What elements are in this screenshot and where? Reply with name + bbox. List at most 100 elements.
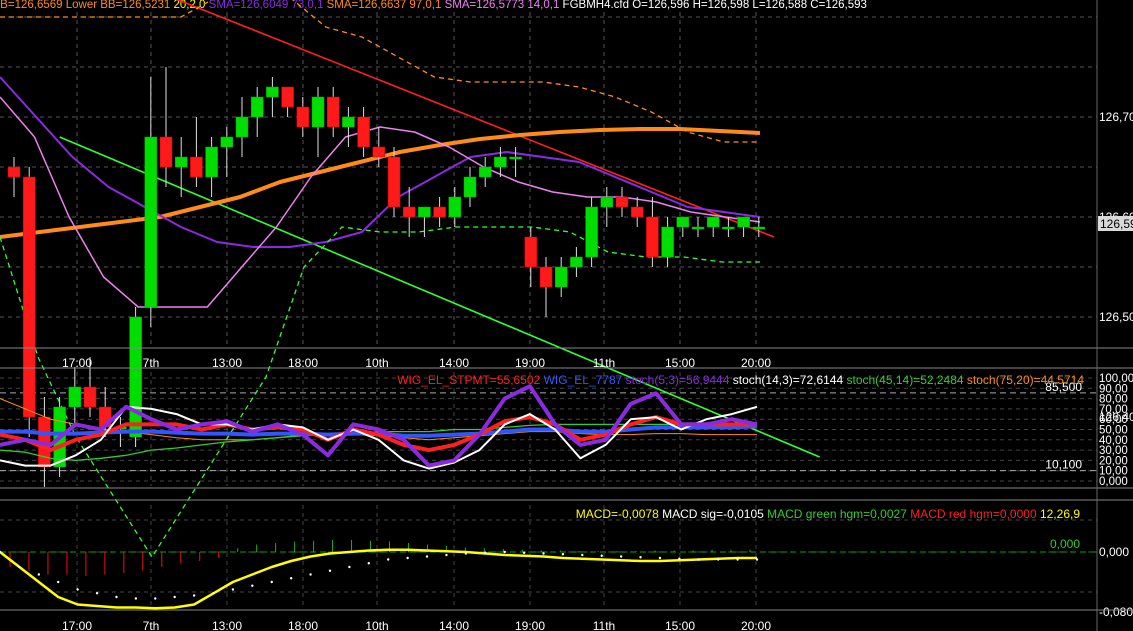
signal-dot bbox=[445, 553, 448, 557]
candle-body bbox=[646, 216, 659, 258]
stoch-legend-item: WIG_EL_7787 bbox=[540, 373, 622, 387]
trading-chart: Upper BB=126,6569 Lower BB=126,5231 20,2… bbox=[0, 0, 1133, 631]
stoch-legend-item: stoch(45,14)=52,2484 bbox=[843, 373, 964, 387]
candle-body bbox=[7, 166, 21, 178]
signal-dot bbox=[289, 577, 293, 580]
macd-legend-item: MACD sig=-0,0105 bbox=[659, 507, 764, 521]
time-label: 13:00 bbox=[212, 619, 242, 631]
signal-dot bbox=[658, 556, 662, 560]
signal-dot bbox=[231, 588, 235, 591]
header-item: SMA=126,6049 bbox=[205, 0, 288, 11]
candle-body bbox=[326, 96, 340, 128]
header-item: 14,0,1 bbox=[524, 0, 559, 11]
signal-dot bbox=[309, 573, 312, 576]
candle-body bbox=[630, 206, 644, 218]
candle-body bbox=[722, 226, 735, 230]
candle-body bbox=[509, 156, 522, 160]
header-legend: Upper BB=126,6569 Lower BB=126,5231 20,2… bbox=[0, 0, 867, 11]
signal-dot bbox=[18, 565, 21, 569]
signal-dot bbox=[95, 592, 99, 595]
candle-body bbox=[478, 166, 492, 178]
time-label: 20:00 bbox=[741, 619, 771, 631]
header-item: 97,0,1 bbox=[406, 0, 441, 11]
candle-body bbox=[752, 226, 766, 230]
last-price-label: 126,59 bbox=[1100, 217, 1133, 231]
signal-dot bbox=[212, 592, 215, 595]
candle-body bbox=[706, 216, 720, 228]
signal-dot bbox=[173, 595, 176, 599]
header-item: 73,0,1 bbox=[288, 0, 323, 11]
candle-body bbox=[372, 146, 386, 158]
candle-body bbox=[402, 206, 416, 218]
candle-body bbox=[661, 226, 674, 258]
candle-body bbox=[463, 176, 477, 198]
signal-dot bbox=[251, 584, 254, 587]
header-item: SMA=126,5773 bbox=[441, 0, 524, 11]
background bbox=[0, 0, 1133, 631]
candle-body bbox=[159, 136, 173, 168]
candle-body bbox=[554, 266, 568, 288]
candle-body bbox=[129, 316, 142, 438]
signal-dot bbox=[425, 555, 429, 558]
signal-dot bbox=[678, 557, 681, 560]
signal-dot bbox=[464, 552, 468, 555]
time-label: 14:00 bbox=[439, 619, 469, 631]
candle-body bbox=[387, 156, 401, 208]
candle-body bbox=[83, 386, 97, 408]
signal-dot bbox=[522, 551, 526, 554]
signal-dot bbox=[600, 554, 603, 557]
macd-legend-item: 12,26,9 bbox=[1037, 507, 1081, 521]
candle-body bbox=[433, 206, 446, 218]
signal-dot bbox=[270, 580, 273, 584]
signal-dot bbox=[57, 580, 60, 584]
signal-dot bbox=[581, 553, 584, 557]
candle-body bbox=[585, 206, 598, 258]
candle-body bbox=[342, 116, 355, 128]
signal-dot bbox=[503, 550, 506, 554]
candle-body bbox=[357, 116, 370, 148]
time-label: 17:00 bbox=[62, 619, 92, 631]
time-label: 18:00 bbox=[288, 619, 318, 631]
header-item: SMA=126,6637 bbox=[323, 0, 406, 11]
candle-body bbox=[174, 156, 188, 168]
macd-tick-label: -0,080 bbox=[1099, 605, 1133, 619]
signal-dot bbox=[387, 558, 390, 561]
candle-body bbox=[235, 116, 249, 138]
time-label: 15:00 bbox=[665, 619, 695, 631]
signal-dot bbox=[484, 551, 487, 554]
macd-legend: MACD=-0,0078 MACD sig=-0,0105 MACD green… bbox=[576, 507, 1081, 521]
header-item: Lower BB=126,5231 bbox=[63, 0, 171, 11]
zero-level-label: 0,000 bbox=[1050, 537, 1080, 551]
candle-body bbox=[676, 216, 690, 228]
signal-dot bbox=[115, 595, 118, 599]
signal-dot bbox=[697, 558, 700, 561]
candle-body bbox=[494, 156, 507, 168]
candle-body bbox=[524, 236, 538, 268]
candle-body bbox=[190, 156, 203, 178]
candle-body bbox=[266, 86, 279, 98]
candle-body bbox=[296, 106, 310, 128]
header-item: FGBMH4.cfd O=126,596 H=126,598 L=126,588… bbox=[559, 0, 867, 11]
candle-body bbox=[281, 86, 294, 108]
candle-body bbox=[570, 256, 583, 268]
candle-body bbox=[539, 266, 553, 288]
candle-body bbox=[448, 196, 462, 218]
signal-dot bbox=[367, 562, 370, 565]
candle-body bbox=[144, 136, 158, 308]
signal-dot bbox=[561, 553, 565, 556]
candle-body bbox=[615, 196, 629, 208]
signal-dot bbox=[736, 558, 739, 561]
stoch-legend-item: stoch(14,3)=72,6144 bbox=[729, 373, 843, 387]
stoch-legend-item: stoch(75,20)=44,5714 bbox=[964, 373, 1085, 387]
candle-body bbox=[600, 196, 614, 208]
candle-body bbox=[737, 216, 750, 228]
candle-body bbox=[68, 386, 82, 408]
candle-body bbox=[250, 96, 264, 118]
macd-legend-item: MACD green hgm=0,0027 bbox=[764, 507, 907, 521]
signal-dot bbox=[154, 597, 157, 600]
signal-dot bbox=[542, 552, 545, 555]
signal-dot bbox=[406, 556, 409, 560]
time-label: 7th bbox=[143, 619, 160, 631]
signal-dot bbox=[619, 555, 623, 558]
candle-body bbox=[220, 136, 234, 148]
